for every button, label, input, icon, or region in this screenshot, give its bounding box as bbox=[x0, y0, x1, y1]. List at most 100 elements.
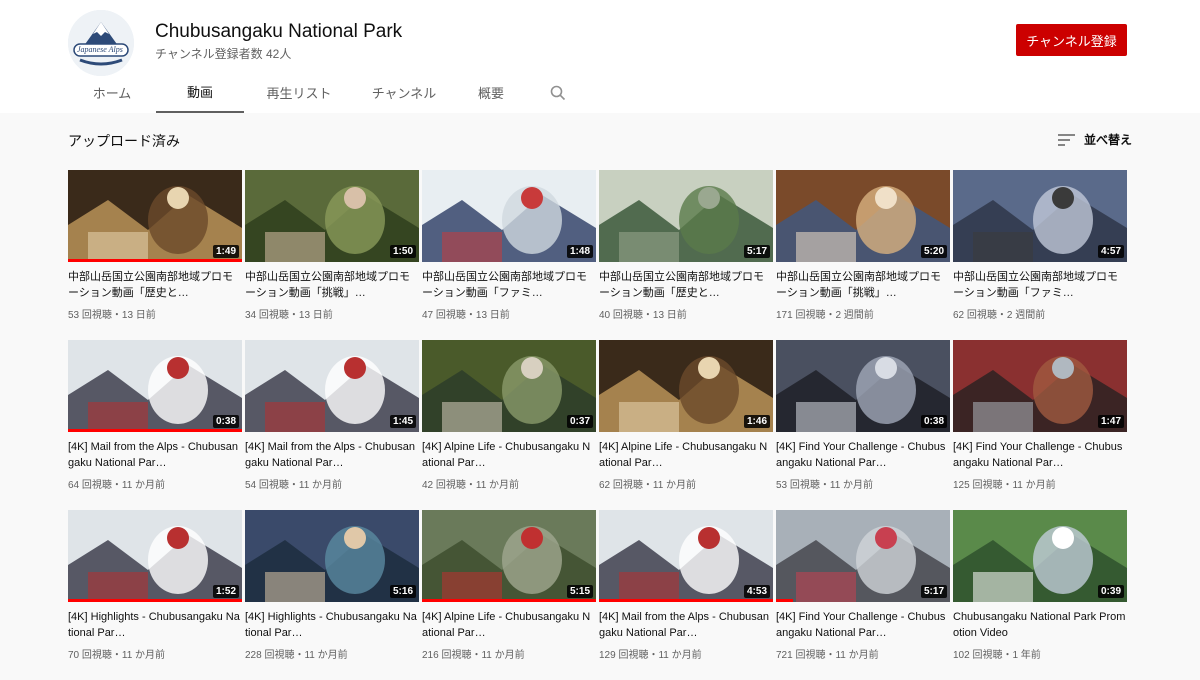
video-thumbnail[interactable]: 1:46 bbox=[599, 340, 773, 432]
video-card[interactable]: 5:17 中部山岳国立公園南部地域プロモーション動画「歴史と… 40 回視聴・13 … bbox=[599, 170, 773, 340]
video-title[interactable]: [4K] Mail from the Alps - Chubusangaku N… bbox=[68, 439, 242, 471]
video-thumbnail[interactable]: 5:20 bbox=[776, 170, 950, 262]
channel-name: Chubusangaku National Park bbox=[155, 21, 403, 42]
video-duration: 1:46 bbox=[743, 415, 770, 428]
video-thumbnail[interactable]: 5:17 bbox=[776, 510, 950, 602]
video-duration: 4:57 bbox=[1097, 245, 1124, 258]
video-meta: 34 回視聴・13 日前 bbox=[245, 310, 333, 321]
video-card[interactable]: 0:38 [4K] Mail from the Alps - Chubusanga… bbox=[68, 340, 242, 510]
video-thumbnail[interactable]: 1:47 bbox=[953, 340, 1127, 432]
video-meta: 40 回視聴・13 日前 bbox=[599, 310, 687, 321]
subscribe-button[interactable]: チャンネル登録 bbox=[1016, 24, 1127, 56]
video-duration: 1:47 bbox=[1097, 415, 1124, 428]
video-meta: 70 回視聴・11 か月前 bbox=[68, 650, 166, 661]
video-meta: 129 回視聴・11 か月前 bbox=[599, 650, 702, 661]
video-thumbnail[interactable]: 1:48 bbox=[422, 170, 596, 262]
video-duration: 5:16 bbox=[389, 585, 416, 598]
video-thumbnail[interactable]: 5:15 bbox=[422, 510, 596, 602]
video-card[interactable]: 4:53 [4K] Mail from the Alps - Chubusanga… bbox=[599, 510, 773, 680]
video-title[interactable]: 中部山岳国立公園南部地域プロモーション動画「ファミ… bbox=[953, 269, 1127, 301]
tab-home[interactable]: ホーム bbox=[68, 72, 156, 113]
video-card[interactable]: 1:49 中部山岳国立公園南部地域プロモーション動画「歴史と… 53 回視聴・13 … bbox=[68, 170, 242, 340]
channel-avatar[interactable]: Japanese Alps bbox=[68, 10, 134, 76]
video-title[interactable]: [4K] Alpine Life - Chubusangaku National… bbox=[599, 439, 773, 471]
video-card[interactable]: 0:38 [4K] Find Your Challenge - Chubusang… bbox=[776, 340, 950, 510]
watch-progress-bar bbox=[68, 259, 242, 262]
video-title[interactable]: 中部山岳国立公園南部地域プロモーション動画「挑戦」… bbox=[245, 269, 419, 301]
video-meta: 102 回視聴・1 年前 bbox=[953, 650, 1041, 661]
video-duration: 0:38 bbox=[212, 415, 239, 428]
watch-progress-bar bbox=[422, 599, 596, 602]
video-card[interactable]: 0:37 [4K] Alpine Life - Chubusangaku Nati… bbox=[422, 340, 596, 510]
video-title[interactable]: [4K] Find Your Challenge - Chubusangaku … bbox=[953, 439, 1127, 471]
video-thumbnail[interactable]: 1:50 bbox=[245, 170, 419, 262]
video-thumbnail[interactable]: 4:53 bbox=[599, 510, 773, 602]
subscriber-count: チャンネル登録者数 42人 bbox=[155, 47, 292, 61]
video-title[interactable]: [4K] Alpine Life - Chubusangaku National… bbox=[422, 439, 596, 471]
video-card[interactable]: 1:52 [4K] Highlights - Chubusangaku Natio… bbox=[68, 510, 242, 680]
video-duration: 0:37 bbox=[566, 415, 593, 428]
sort-button[interactable]: 並べ替え bbox=[1058, 131, 1132, 148]
watch-progress-bar bbox=[68, 429, 242, 432]
video-thumbnail[interactable]: 0:38 bbox=[68, 340, 242, 432]
video-card[interactable]: 1:45 [4K] Mail from the Alps - Chubusanga… bbox=[245, 340, 419, 510]
video-duration: 5:20 bbox=[920, 245, 947, 258]
video-title[interactable]: Chubusangaku National Park Promotion Vid… bbox=[953, 609, 1127, 641]
video-card[interactable]: 4:57 中部山岳国立公園南部地域プロモーション動画「ファミ… 62 回視聴・2 週… bbox=[953, 170, 1127, 340]
tab-videos[interactable]: 動画 bbox=[156, 72, 244, 113]
sort-label: 並べ替え bbox=[1084, 133, 1133, 147]
video-thumbnail[interactable]: 4:57 bbox=[953, 170, 1127, 262]
channel-tabs: ホーム 動画 再生リスト チャンネル 概要 bbox=[68, 72, 588, 113]
video-title[interactable]: 中部山岳国立公園南部地域プロモーション動画「挑戦」… bbox=[776, 269, 950, 301]
video-duration: 1:49 bbox=[212, 245, 239, 258]
video-thumbnail[interactable]: 0:39 bbox=[953, 510, 1127, 602]
video-card[interactable]: 5:20 中部山岳国立公園南部地域プロモーション動画「挑戦」… 171 回視聴・2 … bbox=[776, 170, 950, 340]
video-duration: 1:52 bbox=[212, 585, 239, 598]
video-card[interactable]: 1:47 [4K] Find Your Challenge - Chubusang… bbox=[953, 340, 1127, 510]
video-grid: 1:49 中部山岳国立公園南部地域プロモーション動画「歴史と… 53 回視聴・13 … bbox=[68, 170, 1128, 680]
video-meta: 125 回視聴・11 か月前 bbox=[953, 480, 1056, 491]
video-meta: 62 回視聴・2 週間前 bbox=[953, 310, 1046, 321]
video-card[interactable]: 5:16 [4K] Highlights - Chubusangaku Natio… bbox=[245, 510, 419, 680]
video-title[interactable]: 中部山岳国立公園南部地域プロモーション動画「歴史と… bbox=[599, 269, 773, 301]
tab-about[interactable]: 概要 bbox=[454, 72, 528, 113]
video-title[interactable]: [4K] Mail from the Alps - Chubusangaku N… bbox=[245, 439, 419, 471]
video-card[interactable]: 1:50 中部山岳国立公園南部地域プロモーション動画「挑戦」… 34 回視聴・13 … bbox=[245, 170, 419, 340]
video-title[interactable]: [4K] Highlights - Chubusangaku National … bbox=[68, 609, 242, 641]
watch-progress-bar bbox=[776, 599, 794, 602]
video-title[interactable]: [4K] Find Your Challenge - Chubusangaku … bbox=[776, 439, 950, 471]
search-icon[interactable] bbox=[528, 72, 588, 113]
video-card[interactable]: 1:46 [4K] Alpine Life - Chubusangaku Nati… bbox=[599, 340, 773, 510]
video-thumbnail[interactable]: 1:52 bbox=[68, 510, 242, 602]
video-card[interactable]: 0:39 Chubusangaku National Park Promotion… bbox=[953, 510, 1127, 680]
video-title[interactable]: 中部山岳国立公園南部地域プロモーション動画「歴史と… bbox=[68, 269, 242, 301]
video-title[interactable]: [4K] Find Your Challenge - Chubusangaku … bbox=[776, 609, 950, 641]
video-title[interactable]: 中部山岳国立公園南部地域プロモーション動画「ファミ… bbox=[422, 269, 596, 301]
video-duration: 4:53 bbox=[743, 585, 770, 598]
video-duration: 5:17 bbox=[743, 245, 770, 258]
video-thumbnail[interactable]: 5:17 bbox=[599, 170, 773, 262]
video-duration: 5:17 bbox=[920, 585, 947, 598]
video-title[interactable]: [4K] Alpine Life - Chubusangaku National… bbox=[422, 609, 596, 641]
video-thumbnail[interactable]: 1:45 bbox=[245, 340, 419, 432]
sort-icon bbox=[1058, 133, 1075, 146]
video-title[interactable]: [4K] Highlights - Chubusangaku National … bbox=[245, 609, 419, 641]
video-thumbnail[interactable]: 0:37 bbox=[422, 340, 596, 432]
video-card[interactable]: 5:17 [4K] Find Your Challenge - Chubusang… bbox=[776, 510, 950, 680]
video-thumbnail[interactable]: 5:16 bbox=[245, 510, 419, 602]
video-card[interactable]: 1:48 中部山岳国立公園南部地域プロモーション動画「ファミ… 47 回視聴・13 … bbox=[422, 170, 596, 340]
video-meta: 216 回視聴・11 か月前 bbox=[422, 650, 525, 661]
video-duration: 0:39 bbox=[1097, 585, 1124, 598]
tab-channels[interactable]: チャンネル bbox=[354, 72, 454, 113]
tab-playlists[interactable]: 再生リスト bbox=[244, 72, 354, 113]
video-thumbnail[interactable]: 1:49 bbox=[68, 170, 242, 262]
video-title[interactable]: [4K] Mail from the Alps - Chubusangaku N… bbox=[599, 609, 773, 641]
video-meta: 721 回視聴・11 か月前 bbox=[776, 650, 879, 661]
video-duration: 1:50 bbox=[389, 245, 416, 258]
video-duration: 0:38 bbox=[920, 415, 947, 428]
video-card[interactable]: 5:15 [4K] Alpine Life - Chubusangaku Nati… bbox=[422, 510, 596, 680]
watch-progress-bar bbox=[68, 599, 242, 602]
video-duration: 1:45 bbox=[389, 415, 416, 428]
avatar-logo-text: Japanese Alps bbox=[77, 45, 123, 54]
video-thumbnail[interactable]: 0:38 bbox=[776, 340, 950, 432]
